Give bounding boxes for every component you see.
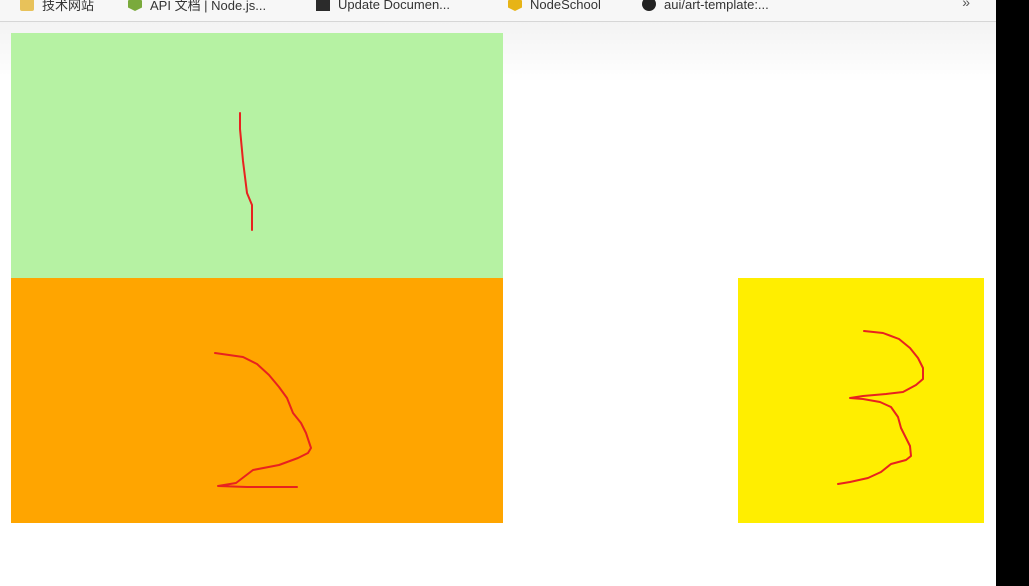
annotation-1 [239,112,253,231]
bookmark-label: 技术网站 [42,0,95,13]
annotation-3 [837,330,924,485]
bookmark-nodeschool[interactable]: NodeSchool [508,0,601,14]
nodeschool-icon [508,0,522,11]
green-box [11,33,503,278]
update-document-icon [316,0,330,11]
nodejs-icon [128,0,142,11]
bookmark-art-template[interactable]: aui/art-template:... [642,0,769,14]
bookmark-label: Update Documen... [338,0,451,12]
page-content [0,22,996,586]
bookmark-label: API 文档 | Node.js... [150,0,267,13]
orange-box [11,278,503,523]
bookmark-label: NodeSchool [530,0,601,12]
yellow-box [738,278,984,523]
folder-icon [20,0,34,11]
bookmark-tech-sites[interactable]: 技术网站 [20,0,94,14]
github-icon [642,0,656,11]
annotation-2 [214,352,312,488]
window-edge [996,0,1029,586]
bookmark-update-document[interactable]: Update Documen... [316,0,450,14]
bookmark-label: aui/art-template:... [664,0,769,12]
bookmarks-bar: 技术网站 API 文档 | Node.js... Update Documen.… [0,0,996,22]
more-bookmarks-button[interactable]: » [962,0,970,10]
bookmark-nodejs-api[interactable]: API 文档 | Node.js... [128,0,266,14]
